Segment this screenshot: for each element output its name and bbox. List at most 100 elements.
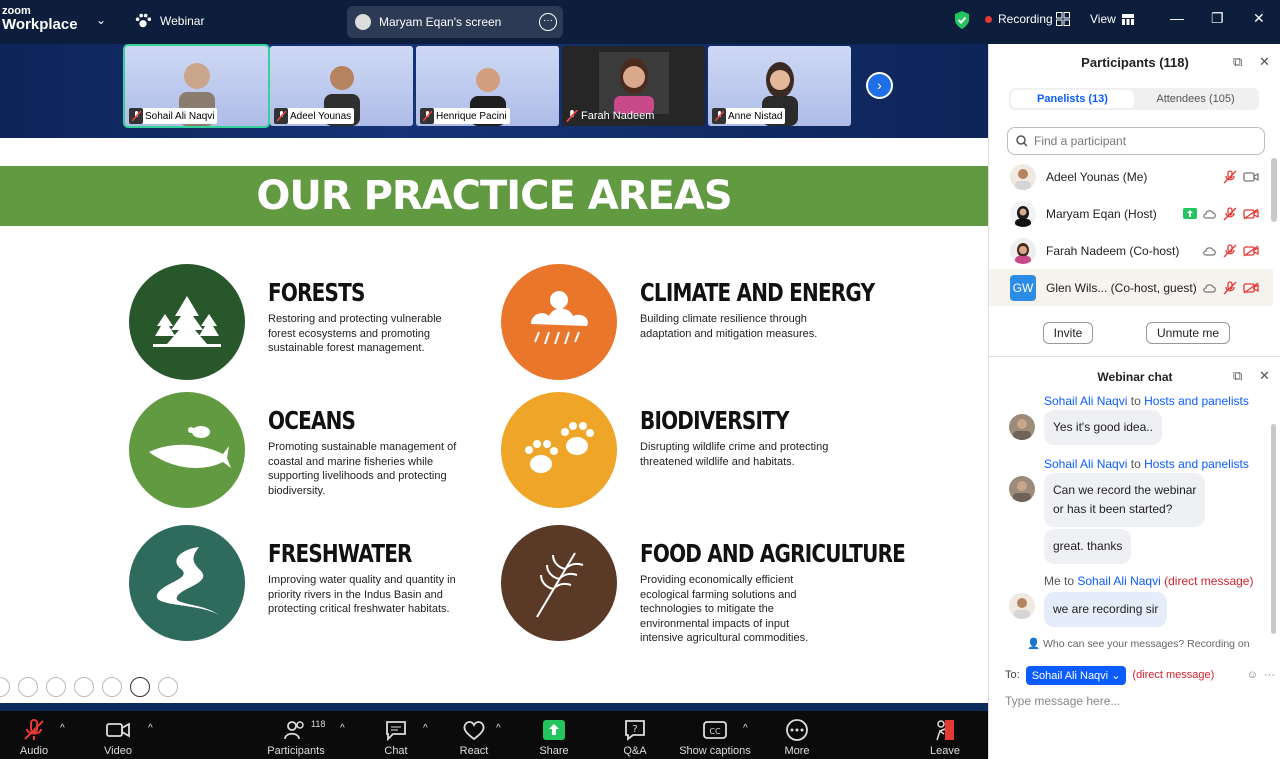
mic-off-icon [420, 108, 434, 124]
logo-big-text: Workplace [2, 16, 78, 33]
participant-row[interactable]: Adeel Younas (Me) [989, 158, 1273, 195]
camera-off-icon[interactable] [1243, 207, 1259, 220]
mic-muted-icon[interactable] [1223, 243, 1237, 258]
chevron-up-icon[interactable]: ^ [148, 723, 153, 734]
tab-panelists[interactable]: Panelists (13) [1011, 90, 1134, 108]
camera-off-icon[interactable] [1243, 281, 1259, 294]
participant-status [1203, 280, 1259, 295]
view-layout-icon [1121, 13, 1134, 25]
recording-dot-icon [985, 15, 992, 23]
chevron-up-icon[interactable]: ^ [340, 723, 345, 734]
view-label: View [1090, 12, 1116, 26]
camera-off-icon[interactable] [1243, 244, 1259, 257]
video-tile[interactable]: Sohail Ali Naqvi [123, 44, 270, 128]
message-input[interactable]: Type message here... [1005, 694, 1120, 708]
camera-tool-icon[interactable] [130, 677, 150, 697]
avatar: GW [1010, 274, 1036, 301]
chat-messages: Sohail Ali Naqvi to Hosts and panelists … [989, 396, 1280, 676]
to-label: To: [1005, 669, 1020, 681]
participants-label: Participants [267, 745, 325, 757]
screen-share-label: Maryam Eqan's screen [379, 15, 502, 29]
sender-name[interactable]: Sohail Ali Naqvi [1044, 396, 1127, 408]
participant-search-input[interactable]: Find a participant [1007, 127, 1265, 155]
invite-button[interactable]: Invite [1043, 322, 1093, 344]
copy-tool-icon[interactable] [74, 677, 94, 697]
mic-muted-icon[interactable] [1223, 169, 1237, 184]
camera-icon[interactable] [1243, 171, 1259, 183]
video-button[interactable]: Video [102, 719, 134, 757]
more-button[interactable]: More [782, 719, 812, 757]
mic-muted-icon[interactable] [1223, 280, 1237, 295]
participant-row[interactable]: Maryam Eqan (Host) [989, 195, 1273, 232]
tile-name: Henrique Pacini [436, 110, 507, 122]
shield-icon[interactable] [953, 10, 971, 30]
recipient-dropdown[interactable]: Sohail Ali Naqvi ⌄ [1025, 665, 1127, 685]
share-button[interactable]: Share [539, 719, 569, 757]
mic-muted-icon [24, 719, 44, 740]
close-icon[interactable]: ✕ [1253, 10, 1265, 27]
zoom-logo: zoom Workplace [2, 6, 78, 33]
view-button[interactable]: View [1090, 12, 1134, 26]
area-desc: Building climate resilience through adap… [640, 313, 818, 340]
annotation-toolbar [0, 677, 178, 697]
tool-icon[interactable] [0, 677, 10, 697]
video-tile[interactable]: Adeel Younas [270, 46, 413, 126]
mic-muted-icon[interactable] [1223, 206, 1237, 221]
close-icon[interactable]: ✕ [1259, 54, 1270, 70]
emoji-icon[interactable]: ☺ [1247, 669, 1258, 681]
chevron-up-icon[interactable]: ^ [60, 723, 65, 734]
chevron-down-icon[interactable]: ⌄ [96, 13, 106, 27]
pointer-tool-icon[interactable] [18, 677, 38, 697]
grid-icon[interactable] [1056, 12, 1070, 26]
chat-scrollbar[interactable] [1271, 424, 1276, 634]
zoom-tool-icon[interactable] [102, 677, 122, 697]
captions-label: Show captions [679, 745, 751, 757]
chevron-up-icon[interactable]: ^ [496, 723, 501, 734]
participants-title: Participants (118) [1081, 54, 1189, 70]
screen-share-pill[interactable]: Maryam Eqan's screen ··· [347, 6, 563, 38]
participants-button[interactable]: 118 Participants [266, 719, 326, 757]
chat-message: Yes it's good idea.. [1044, 410, 1162, 445]
qa-button[interactable]: ? Q&A [622, 719, 648, 757]
sender-name[interactable]: Sohail Ali Naqvi [1044, 457, 1127, 471]
minimize-icon[interactable]: — [1170, 10, 1184, 26]
more-options-icon[interactable]: ··· [539, 13, 557, 31]
unmute-me-button[interactable]: Unmute me [1146, 322, 1230, 344]
chat-label: Chat [384, 745, 408, 757]
next-page-button[interactable]: › [866, 72, 893, 99]
tab-attendees[interactable]: Attendees (105) [1134, 90, 1257, 108]
close-icon[interactable]: ✕ [1259, 368, 1270, 384]
to-word: to [1064, 574, 1075, 588]
recording-label: Recording [998, 12, 1053, 26]
video-tile[interactable]: Henrique Pacini [416, 46, 559, 126]
chevron-up-icon[interactable]: ^ [743, 723, 748, 734]
more-tool-icon[interactable] [158, 677, 178, 697]
video-tile[interactable]: Farah Nadeem [562, 46, 705, 126]
video-tile[interactable]: Anne Nistad [708, 46, 851, 126]
chat-button[interactable]: Chat [384, 719, 408, 757]
pen-tool-icon[interactable] [46, 677, 66, 697]
react-button[interactable]: React [459, 719, 489, 757]
recording-indicator[interactable]: Recording [985, 12, 1053, 26]
area-desc: Improving water quality and quantity in … [268, 574, 456, 615]
leave-button[interactable]: Leave [930, 719, 960, 757]
audio-button[interactable]: Audio [18, 719, 50, 757]
more-options-icon[interactable]: ··· [1264, 669, 1275, 681]
food-circle [501, 525, 617, 641]
chevron-up-icon[interactable]: ^ [423, 723, 428, 734]
chat-icon [386, 721, 406, 741]
captions-button[interactable]: CC Show captions [678, 719, 752, 757]
participants-scrollbar[interactable] [1271, 158, 1277, 222]
participant-row[interactable]: GW Glen Wils... (Co-host, guest) [989, 269, 1273, 306]
chat-message: Can we record the webinar or has it been … [1044, 473, 1206, 527]
pop-out-icon[interactable]: ⧉ [1233, 368, 1242, 384]
participant-row[interactable]: Farah Nadeem (Co-host) [989, 232, 1273, 269]
recipient-name[interactable]: Sohail Ali Naqvi [1077, 574, 1160, 588]
tree-icon [153, 296, 221, 347]
area-desc: Providing economically efficient ecologi… [640, 574, 809, 644]
zoom-window: zoom Workplace ⌄ Webinar Maryam Eqan's s… [0, 0, 1280, 759]
restore-icon[interactable]: ❐ [1211, 10, 1224, 27]
pop-out-icon[interactable]: ⧉ [1233, 54, 1242, 70]
visibility-note[interactable]: 👤 Who can see your messages? Recording o… [1027, 637, 1250, 650]
participant-status [1223, 169, 1259, 184]
